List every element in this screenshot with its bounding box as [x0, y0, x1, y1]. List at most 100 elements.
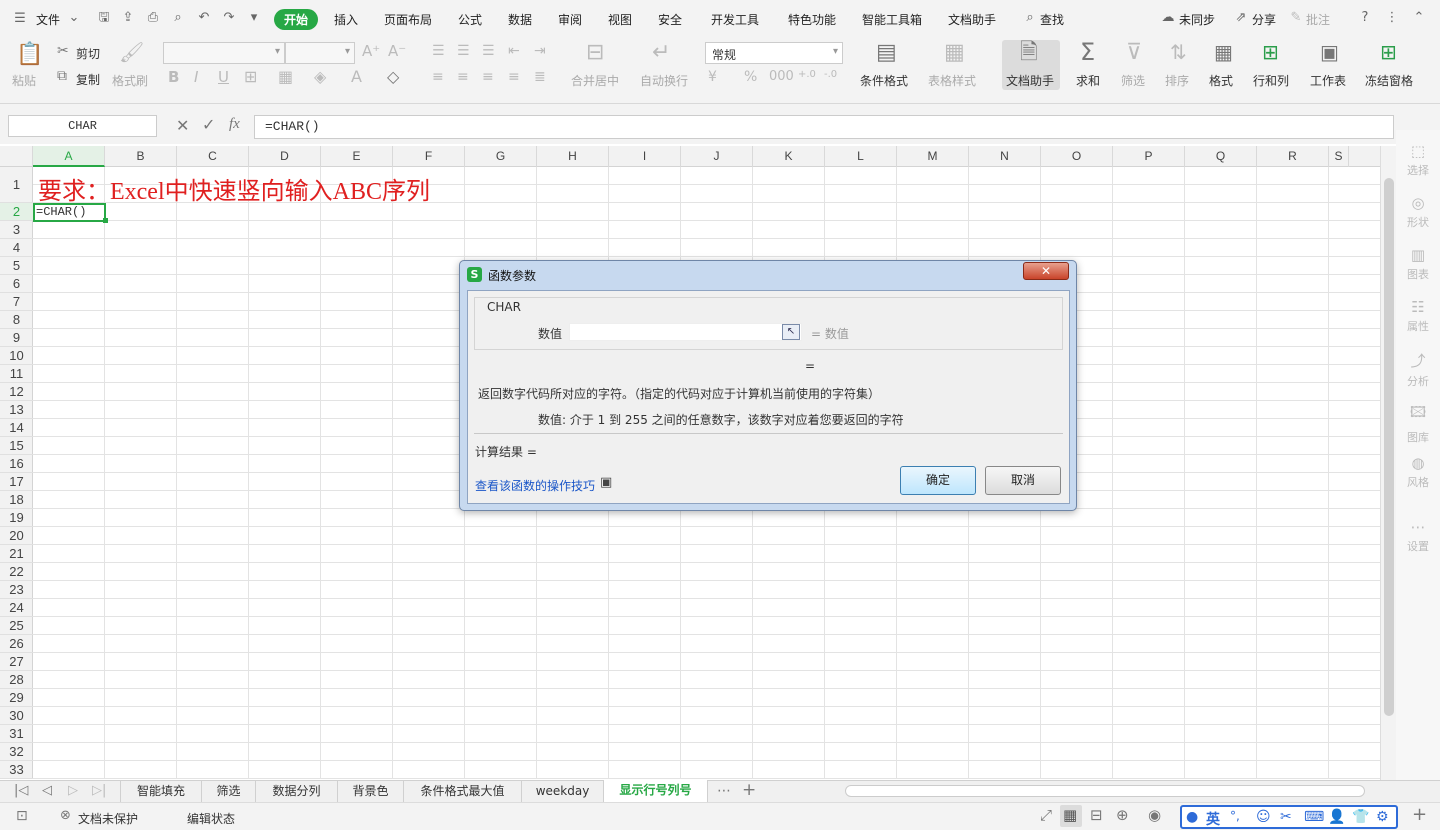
row-header[interactable]: 32: [0, 743, 33, 761]
row-header[interactable]: 19: [0, 509, 33, 527]
row-header[interactable]: 13: [0, 401, 33, 419]
tab-view[interactable]: 视图: [608, 11, 632, 28]
copy-icon[interactable]: ⧉: [57, 69, 67, 83]
emoji-icon[interactable]: ☺: [1256, 810, 1271, 824]
row-header[interactable]: 4: [0, 239, 33, 257]
file-menu[interactable]: 文件: [36, 11, 60, 28]
fill-handle[interactable]: [103, 218, 108, 223]
share-icon[interactable]: ⇗: [1233, 10, 1249, 26]
underline-icon[interactable]: U: [218, 70, 229, 85]
row-header[interactable]: 14: [0, 419, 33, 437]
ok-button[interactable]: 确定: [900, 466, 976, 495]
percent-icon[interactable]: %: [744, 70, 757, 84]
row-header[interactable]: 31: [0, 725, 33, 743]
merge-icon[interactable]: ⊟: [586, 42, 604, 64]
protection-status[interactable]: 文档未保护: [78, 810, 138, 827]
share-button[interactable]: 分享: [1252, 11, 1276, 28]
font-size-select[interactable]: [285, 42, 355, 64]
panel-select[interactable]: ⬚ 选择: [1396, 142, 1440, 178]
paste-button[interactable]: 粘贴: [12, 72, 36, 89]
page-break-icon[interactable]: ⊟: [1090, 808, 1103, 823]
column-header[interactable]: N: [969, 146, 1041, 167]
tab-smart-toolbox[interactable]: 智能工具箱: [862, 11, 922, 28]
freeze-panes-button[interactable]: 冻结窗格: [1365, 72, 1413, 89]
row-header[interactable]: 27: [0, 653, 33, 671]
column-header[interactable]: K: [753, 146, 825, 167]
doc-assistant-icon[interactable]: 🗎: [1020, 42, 1038, 64]
cancel-button[interactable]: 取消: [985, 466, 1061, 495]
search-icon[interactable]: ⌕: [1022, 10, 1038, 26]
ime-settings-icon[interactable]: ⚙: [1376, 810, 1389, 824]
row-header[interactable]: 11: [0, 365, 33, 383]
sheet-tab[interactable]: 条件格式最大值: [404, 781, 522, 802]
tab-review[interactable]: 审阅: [558, 11, 582, 28]
align-center-icon[interactable]: ≡: [457, 70, 469, 84]
row-header[interactable]: 22: [0, 563, 33, 581]
row-header[interactable]: 30: [0, 707, 33, 725]
collapse-icon[interactable]: ⌃: [1411, 10, 1427, 26]
paste-icon[interactable]: 📋: [16, 44, 43, 66]
row-header[interactable]: 15: [0, 437, 33, 455]
column-header[interactable]: L: [825, 146, 897, 167]
align-middle-icon[interactable]: ☰: [457, 44, 470, 58]
font-name-select[interactable]: [163, 42, 285, 64]
undo-icon[interactable]: ↶: [196, 10, 212, 26]
table-style-icon[interactable]: ▦: [944, 42, 965, 64]
user-icon[interactable]: 👤: [1328, 810, 1345, 824]
tab-formula[interactable]: 公式: [458, 11, 482, 28]
column-header[interactable]: S: [1329, 146, 1349, 167]
cloud-icon[interactable]: ☁: [1160, 10, 1176, 26]
conditional-format-icon[interactable]: ▤: [876, 42, 897, 64]
row-header[interactable]: 25: [0, 617, 33, 635]
export-icon[interactable]: ⇪: [120, 10, 136, 26]
conditional-format-button[interactable]: 条件格式: [860, 72, 908, 89]
sheet-tab[interactable]: 背景色: [338, 781, 404, 802]
row-header[interactable]: 20: [0, 527, 33, 545]
scroll-thumb[interactable]: [1384, 178, 1394, 716]
column-header[interactable]: A: [33, 146, 105, 167]
fill-color-icon[interactable]: ◈: [314, 69, 326, 85]
first-sheet-icon[interactable]: |◁: [14, 784, 28, 797]
annotate-button[interactable]: 批注: [1306, 11, 1330, 28]
tab-security[interactable]: 安全: [658, 11, 682, 28]
panel-chart[interactable]: ▥ 图表: [1396, 246, 1440, 282]
sort-icon[interactable]: ⇅: [1170, 42, 1187, 62]
align-left-icon[interactable]: ≡: [432, 70, 444, 84]
row-header[interactable]: 12: [0, 383, 33, 401]
vertical-scrollbar[interactable]: [1380, 146, 1396, 780]
row-header[interactable]: 6: [0, 275, 33, 293]
row-header[interactable]: 5: [0, 257, 33, 275]
column-header[interactable]: F: [393, 146, 465, 167]
column-header[interactable]: D: [249, 146, 321, 167]
tab-features[interactable]: 特色功能: [788, 11, 836, 28]
keyboard-icon[interactable]: ⌨: [1304, 810, 1324, 824]
format-painter-button[interactable]: 格式刷: [112, 72, 148, 89]
sync-status[interactable]: 未同步: [1179, 11, 1215, 28]
print-icon[interactable]: ⎙: [145, 10, 161, 26]
row-header[interactable]: 2: [0, 203, 33, 221]
row-header[interactable]: 21: [0, 545, 33, 563]
fullscreen-icon[interactable]: ⤢: [1040, 808, 1052, 823]
row-col-icon[interactable]: ⊞: [1262, 42, 1279, 62]
more-icon[interactable]: ▾: [246, 10, 262, 26]
scissors-icon[interactable]: ✂: [57, 44, 69, 58]
sheet-tab[interactable]: weekday: [522, 781, 604, 802]
row-header[interactable]: 28: [0, 671, 33, 689]
indent-decrease-icon[interactable]: ⇤: [508, 44, 520, 58]
bold-icon[interactable]: B: [168, 70, 179, 85]
distributed-icon[interactable]: ≣: [534, 70, 546, 84]
column-header[interactable]: M: [897, 146, 969, 167]
row-header[interactable]: 29: [0, 689, 33, 707]
tab-find[interactable]: 查找: [1040, 11, 1064, 28]
zoom-in-icon[interactable]: +: [1412, 806, 1427, 824]
cell-a2-active[interactable]: =CHAR(): [33, 203, 106, 222]
tab-home[interactable]: 开始: [274, 9, 319, 30]
thousands-icon[interactable]: 000: [769, 70, 794, 83]
column-header[interactable]: O: [1041, 146, 1113, 167]
last-sheet-icon[interactable]: ▷|: [92, 784, 106, 797]
confirm-icon[interactable]: ✓: [202, 117, 215, 133]
cut-button[interactable]: 剪切: [76, 45, 100, 62]
prev-sheet-icon[interactable]: ◁: [42, 784, 52, 797]
add-sheet-icon[interactable]: +: [742, 782, 756, 799]
row-col-button[interactable]: 行和列: [1253, 72, 1289, 89]
